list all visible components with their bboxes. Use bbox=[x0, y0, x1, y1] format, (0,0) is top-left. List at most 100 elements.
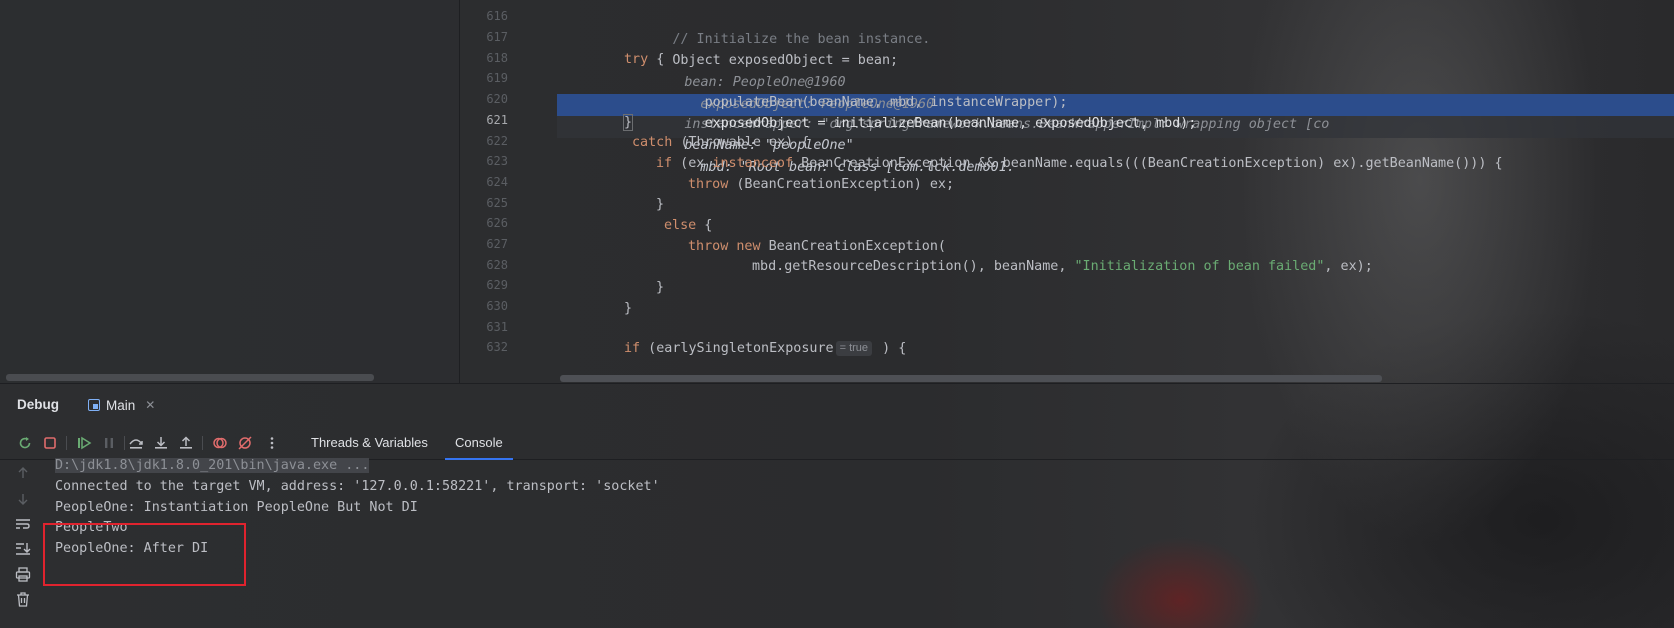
code-line-623: if (ex instanceof BeanCreationException … bbox=[656, 153, 1503, 175]
line-number: 628 bbox=[486, 258, 508, 272]
code-text: } bbox=[624, 301, 633, 316]
code-line-630: } bbox=[624, 298, 632, 320]
code-line-617: Object exposedObject = bean; bean: Peopl… bbox=[624, 28, 934, 112]
step-over-icon[interactable] bbox=[127, 434, 145, 452]
keyword: if bbox=[624, 341, 641, 356]
code-text: } bbox=[656, 280, 665, 295]
string-literal: "Initialization of bean failed" bbox=[1074, 259, 1325, 274]
line-number: 625 bbox=[486, 196, 508, 210]
line-number: 627 bbox=[486, 237, 508, 251]
tab-console[interactable]: Console bbox=[445, 426, 513, 460]
code-line-629: } bbox=[656, 277, 664, 299]
code-line-624: throw (BeanCreationException) ex; bbox=[688, 174, 954, 196]
code-line-618: try { bbox=[624, 49, 664, 71]
step-into-icon[interactable] bbox=[152, 434, 170, 452]
line-number-current: 621 bbox=[486, 113, 508, 127]
left-tool-panel bbox=[0, 0, 460, 383]
code-line-632: if (earlySingletonExposure = true ) { bbox=[624, 338, 906, 360]
print-icon[interactable] bbox=[14, 565, 32, 583]
code-text: BeanCreationException( bbox=[760, 239, 946, 254]
code-text: Object exposedObject = bean; bbox=[672, 53, 899, 68]
annotation-highlight-box bbox=[43, 523, 246, 586]
keyword: if bbox=[656, 156, 673, 171]
line-number: 622 bbox=[486, 134, 508, 148]
code-text: (earlySingletonExposure bbox=[640, 341, 834, 356]
brace-match: } bbox=[622, 114, 634, 131]
resume-icon[interactable] bbox=[75, 434, 93, 452]
code-line-626: else { bbox=[664, 215, 712, 237]
line-number: 620 bbox=[486, 92, 508, 106]
editor-horizontal-scrollbar[interactable] bbox=[560, 375, 1382, 382]
code-line-622: catch (Throwable ex) { bbox=[632, 132, 809, 154]
line-number: 631 bbox=[486, 320, 508, 334]
session-tab-label: Main bbox=[106, 397, 136, 413]
code-text: { bbox=[648, 52, 665, 67]
debug-window-title: Debug bbox=[17, 397, 59, 412]
inline-value-badge: = true bbox=[835, 340, 873, 356]
console-line: Connected to the target VM, address: '12… bbox=[55, 479, 660, 494]
code-text: , ex); bbox=[1324, 259, 1373, 274]
keyword: throw bbox=[688, 239, 729, 254]
down-arrow-icon[interactable] bbox=[14, 490, 32, 508]
line-number-gutter[interactable]: 616 617 618 619 620 621 622 623 624 625 … bbox=[460, 0, 555, 383]
console-command: D:\jdk1.8\jdk1.8.0_201\bin\java.exe ... bbox=[55, 458, 370, 473]
code-text: ) { bbox=[874, 341, 907, 356]
keyword: instanceof bbox=[712, 156, 794, 171]
code-line-616: // Initialize the bean instance. bbox=[624, 7, 930, 47]
code-text: BeanCreationException && beanName.equals… bbox=[793, 156, 1503, 171]
code-text: (Throwable ex) { bbox=[672, 135, 810, 150]
code-line-619: populateBean(beanName, mbd, instanceWrap… bbox=[624, 70, 1329, 132]
stop-icon[interactable] bbox=[41, 434, 59, 452]
application-icon bbox=[88, 399, 100, 411]
clear-icon[interactable] bbox=[14, 590, 32, 608]
mute-breakpoints-icon[interactable] bbox=[236, 434, 254, 452]
code-text: { bbox=[696, 218, 713, 233]
toolbar-separator bbox=[124, 436, 125, 450]
code-text: (ex bbox=[672, 156, 713, 171]
line-number: 629 bbox=[486, 278, 508, 292]
code-line-627: throw new BeanCreationException( bbox=[688, 236, 946, 258]
keyword: else bbox=[664, 218, 697, 233]
line-number: 618 bbox=[486, 51, 508, 65]
line-number: 619 bbox=[486, 71, 508, 85]
toolbar-separator bbox=[202, 436, 203, 450]
line-number: 630 bbox=[486, 299, 508, 313]
line-number: 624 bbox=[486, 175, 508, 189]
line-number: 617 bbox=[486, 30, 508, 44]
keyword: catch bbox=[632, 135, 673, 150]
keyword: new bbox=[736, 239, 761, 254]
code-text: } bbox=[656, 197, 665, 212]
keyword: try bbox=[624, 52, 649, 67]
console-line: D:\jdk1.8\jdk1.8.0_201\bin\java.exe ... bbox=[55, 455, 370, 476]
line-number: 626 bbox=[486, 216, 508, 230]
soft-wrap-icon[interactable] bbox=[14, 515, 32, 533]
code-text: exposedObject = initializeBean(beanName,… bbox=[672, 116, 1197, 131]
console-line: PeopleOne: Instantiation PeopleOne But N… bbox=[55, 500, 418, 515]
editor-region: 616 617 618 619 620 621 622 623 624 625 … bbox=[0, 0, 1674, 383]
step-out-icon[interactable] bbox=[177, 434, 195, 452]
line-number: 623 bbox=[486, 154, 508, 168]
pause-icon[interactable] bbox=[100, 434, 118, 452]
scroll-to-end-icon[interactable] bbox=[14, 540, 32, 558]
debug-tool-window: Debug Main ✕ Threads & Variables Console… bbox=[0, 383, 1674, 628]
code-line-628: mbd.getResourceDescription(), beanName, … bbox=[752, 256, 1373, 278]
code-line-621: } bbox=[622, 112, 634, 134]
keyword: throw bbox=[688, 177, 729, 192]
rerun-icon[interactable] bbox=[16, 434, 34, 452]
code-line-620-execution: exposedObject = initializeBean(beanName,… bbox=[624, 91, 1196, 175]
console-side-toolbar bbox=[0, 460, 46, 628]
view-breakpoints-icon[interactable] bbox=[211, 434, 229, 452]
line-number: 616 bbox=[486, 9, 508, 23]
console-output[interactable]: D:\jdk1.8\jdk1.8.0_201\bin\java.exe ... … bbox=[46, 458, 1674, 628]
code-text: (BeanCreationException) ex; bbox=[728, 177, 955, 192]
line-number: 632 bbox=[486, 340, 508, 354]
debug-session-tab[interactable]: Main ✕ bbox=[86, 392, 161, 418]
left-panel-scrollbar[interactable] bbox=[6, 374, 374, 381]
toolbar-separator bbox=[66, 436, 67, 450]
code-line-625: } bbox=[656, 194, 664, 216]
code-text: mbd.getResourceDescription(), beanName, bbox=[752, 259, 1075, 274]
close-icon[interactable]: ✕ bbox=[145, 398, 155, 412]
more-icon[interactable] bbox=[263, 434, 281, 452]
up-arrow-icon[interactable] bbox=[14, 464, 32, 482]
code-editor[interactable]: // Initialize the bean instance. Object … bbox=[557, 0, 1674, 383]
